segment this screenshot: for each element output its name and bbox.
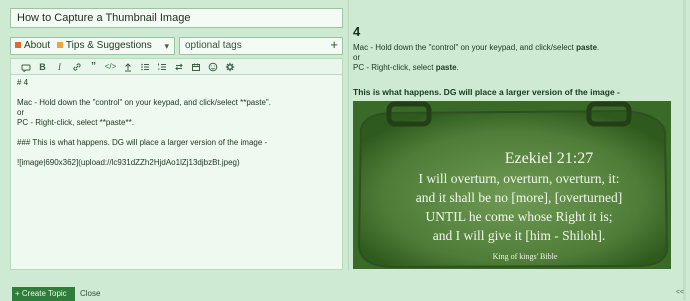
preview-heading: 4 xyxy=(353,24,361,39)
bullet-list-icon[interactable] xyxy=(136,60,153,74)
mac-paste-bold: paste xyxy=(576,43,598,52)
verse-line: and I will give it [him - Shiloh]. xyxy=(433,228,605,243)
category-select[interactable]: About Tips & Suggestions ▾ xyxy=(10,37,175,55)
emoji-icon[interactable] xyxy=(204,60,221,74)
panel-divider[interactable] xyxy=(348,0,349,270)
calendar-icon[interactable] xyxy=(187,60,204,74)
close-link[interactable]: Close xyxy=(80,287,100,301)
preview-or-line: or xyxy=(353,53,361,62)
markdown-editor[interactable]: # 4 Mac - Hold down the "control" on you… xyxy=(10,74,343,270)
editor-line: Mac - Hold down the "control" on your ke… xyxy=(17,98,271,107)
verse-reference: Ezekiel 21:27 xyxy=(505,150,593,167)
tags-placeholder: optional tags xyxy=(185,40,242,51)
preview-mac-line: Mac - Hold down the "control" on your ke… xyxy=(353,43,599,53)
preview-pc-line: PC - Right-click, select paste. xyxy=(353,63,459,73)
preview-subheading: This is what happens. DG will place a la… xyxy=(353,87,620,97)
preview-panel: 4 Mac - Hold down the "control" on your … xyxy=(353,0,675,300)
pc-paste-bold: paste xyxy=(435,63,457,72)
bold-icon[interactable]: B xyxy=(34,60,51,74)
add-tag-icon[interactable]: + xyxy=(330,37,338,53)
chevron-down-icon: ▾ xyxy=(164,41,169,51)
about-category-swatch xyxy=(15,42,21,49)
tips-category-swatch xyxy=(56,42,63,49)
image-credit: King of kings' Bible xyxy=(493,252,558,261)
verse-line: UNTIL he come whose Right it is; xyxy=(426,209,613,224)
composer-panel: How to Capture a Thumbnail Image About T… xyxy=(10,8,347,301)
category-tips-label: Tips & Suggestions xyxy=(65,40,152,51)
blockquote-icon[interactable]: ” xyxy=(85,60,102,74)
editor-line: or xyxy=(17,108,25,117)
editor-line: ### This is what happens. DG will place … xyxy=(17,138,268,147)
editor-line xyxy=(17,88,336,98)
mac-text: Mac - Hold down the "control" on your ke… xyxy=(353,43,577,52)
create-topic-label: Create Topic xyxy=(21,289,67,298)
plus-icon: + xyxy=(15,289,20,298)
topic-title-input[interactable]: How to Capture a Thumbnail Image xyxy=(10,8,343,28)
toggle-icon[interactable] xyxy=(170,60,187,74)
upload-icon[interactable] xyxy=(119,60,136,74)
editor-toolbar: B I ” </> xyxy=(10,58,343,74)
verse-line: I will overturn, overturn, overturn, it: xyxy=(419,171,620,186)
code-icon[interactable]: </> xyxy=(102,60,119,74)
mac-suffix: . xyxy=(597,43,600,52)
quote-icon[interactable] xyxy=(17,60,34,74)
editor-line xyxy=(17,128,336,138)
pc-text: PC - Right-click, select xyxy=(353,63,436,72)
scrollbar[interactable] xyxy=(683,0,686,300)
editor-line xyxy=(17,148,336,158)
pc-suffix: . xyxy=(456,63,459,72)
italic-icon[interactable]: I xyxy=(51,60,68,74)
stone-graphic: Ezekiel 21:27 I will overturn, overturn,… xyxy=(353,101,671,269)
editor-line: ![image|690x362](upload://lc931dZZh2HjdA… xyxy=(17,158,240,167)
link-icon[interactable] xyxy=(68,60,85,74)
editor-line: # 4 xyxy=(17,78,29,87)
numbered-list-icon[interactable] xyxy=(153,60,170,74)
editor-line: PC - Right-click, select **paste**. xyxy=(17,118,134,127)
verse-line: and it shall be no [more], [overturned] xyxy=(416,190,623,205)
collapse-preview-icon[interactable]: << xyxy=(676,289,684,296)
tags-input[interactable]: optional tags + xyxy=(179,37,343,55)
settings-icon[interactable] xyxy=(221,60,238,74)
create-topic-button[interactable]: + Create Topic xyxy=(12,287,75,301)
preview-image: Ezekiel 21:27 I will overturn, overturn,… xyxy=(353,101,671,269)
category-about-label: About xyxy=(24,40,51,51)
